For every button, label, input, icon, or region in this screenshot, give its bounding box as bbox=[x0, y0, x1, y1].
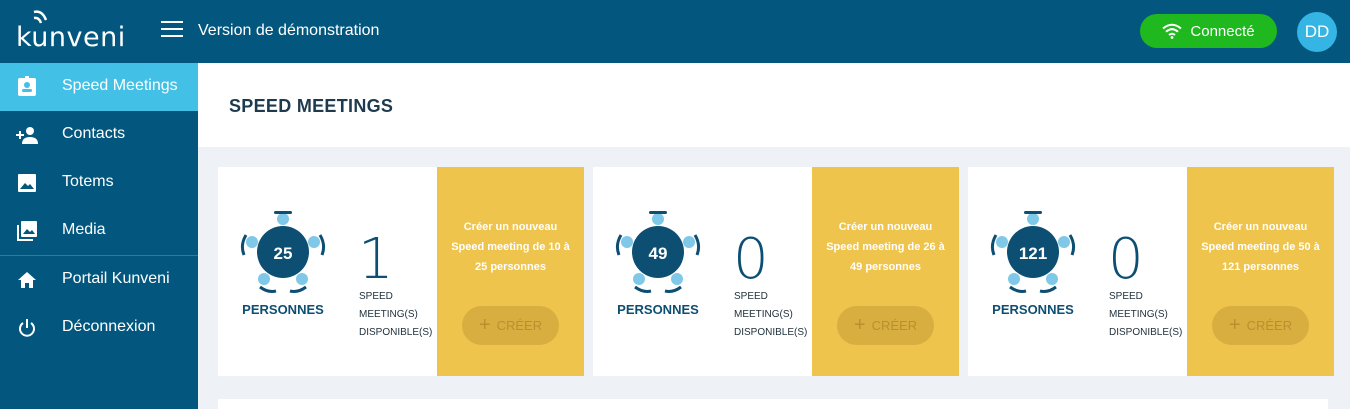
available-label-line: DISPONIBLE(S) bbox=[359, 327, 433, 338]
action-line: Speed meeting de 10 à bbox=[451, 241, 570, 253]
create-action-panel: Créer un nouveau Speed meeting de 50 à 1… bbox=[1187, 167, 1334, 376]
action-line: 25 personnes bbox=[475, 261, 546, 273]
available-count: 0 bbox=[733, 227, 769, 292]
sidebar-item-deconnexion[interactable]: Déconnexion bbox=[0, 304, 198, 352]
available-label-line: SPEED bbox=[359, 291, 393, 302]
sidebar-item-media[interactable]: Media bbox=[0, 207, 198, 255]
persons-label: PERSONNES bbox=[617, 302, 699, 317]
app-title: Version de démonstration bbox=[198, 22, 380, 39]
connection-status-label: Connecté bbox=[1190, 22, 1255, 40]
sidebar: Speed Meetings Contacts Totems Media Por… bbox=[0, 63, 198, 409]
capacity-label: 121 bbox=[1019, 244, 1047, 263]
speed-meeting-card: 121 PERSONNES 0 SPEED MEETING(S) DISPONI… bbox=[968, 167, 1334, 376]
action-line: Speed meeting de 26 à bbox=[826, 241, 945, 253]
available-label-line: MEETING(S) bbox=[1109, 309, 1168, 320]
avatar[interactable]: DD bbox=[1297, 12, 1337, 52]
connection-status-button[interactable]: Connecté bbox=[1140, 14, 1277, 48]
sidebar-item-label: Media bbox=[62, 221, 106, 238]
kunveni-logo[interactable]: kunveni bbox=[16, 8, 126, 54]
wifi-icon bbox=[1162, 23, 1183, 39]
meeting-table-icon: 121 bbox=[990, 211, 1076, 293]
sidebar-item-contacts[interactable]: Contacts bbox=[0, 111, 198, 159]
available-label-line: SPEED bbox=[1109, 291, 1143, 302]
sidebar-item-label: Déconnexion bbox=[62, 318, 156, 335]
image-icon bbox=[15, 171, 39, 195]
secondary-panel bbox=[218, 399, 1328, 409]
action-line: Créer un nouveau bbox=[1213, 221, 1308, 233]
sidebar-item-totems[interactable]: Totems bbox=[0, 159, 198, 207]
plus-icon: + bbox=[853, 313, 866, 336]
available-label: SPEED MEETING(S) DISPONIBLE(S) bbox=[1109, 288, 1189, 342]
available-label-line: DISPONIBLE(S) bbox=[734, 327, 808, 338]
action-line: Speed meeting de 50 à bbox=[1201, 241, 1320, 253]
page-header: SPEED MEETINGS bbox=[198, 63, 1350, 147]
available-label-line: DISPONIBLE(S) bbox=[1109, 327, 1183, 338]
capacity-label: 49 bbox=[649, 244, 668, 263]
available-count: 1 bbox=[358, 227, 394, 292]
plus-icon: + bbox=[1228, 313, 1241, 336]
create-button[interactable]: + CRÉER bbox=[837, 306, 934, 345]
home-icon bbox=[15, 268, 39, 292]
action-line: 121 personnes bbox=[1221, 261, 1300, 273]
power-icon bbox=[15, 316, 39, 340]
plus-icon: + bbox=[478, 313, 491, 336]
logo-text: kunveni bbox=[16, 22, 126, 53]
available-label-line: SPEED bbox=[734, 291, 768, 302]
create-button[interactable]: + CRÉER bbox=[1212, 306, 1309, 345]
capacity-label: 25 bbox=[274, 244, 293, 263]
badge-icon bbox=[15, 75, 39, 99]
sidebar-item-label: Contacts bbox=[62, 125, 126, 142]
available-count: 0 bbox=[1108, 227, 1144, 292]
create-action-panel: Créer un nouveau Speed meeting de 26 à 4… bbox=[812, 167, 959, 376]
persons-label: PERSONNES bbox=[992, 302, 1074, 317]
add-person-icon bbox=[15, 123, 39, 147]
action-line: 49 personnes bbox=[850, 261, 921, 273]
available-label-line: MEETING(S) bbox=[359, 309, 418, 320]
action-line: Créer un nouveau bbox=[838, 221, 933, 233]
meeting-table-icon: 25 bbox=[240, 211, 326, 293]
create-button-label: CRÉER bbox=[1246, 318, 1293, 333]
available-label-line: MEETING(S) bbox=[734, 309, 793, 320]
speed-meeting-card: 25 PERSONNES 1 SPEED MEETING(S) DISPONIB… bbox=[218, 167, 584, 376]
create-button-label: CRÉER bbox=[871, 318, 918, 333]
sidebar-item-label: Portail Kunveni bbox=[62, 270, 170, 287]
page-title: SPEED MEETINGS bbox=[229, 96, 394, 116]
create-action-panel: Créer un nouveau Speed meeting de 10 à 2… bbox=[437, 167, 584, 376]
create-button-label: CRÉER bbox=[496, 318, 543, 333]
gallery-icon bbox=[15, 219, 39, 243]
meeting-table-icon: 49 bbox=[615, 211, 701, 293]
create-action-description: Créer un nouveau Speed meeting de 26 à 4… bbox=[812, 217, 959, 277]
sidebar-item-label: Speed Meetings bbox=[62, 77, 178, 94]
sidebar-item-portail-kunveni[interactable]: Portail Kunveni bbox=[0, 256, 198, 304]
sidebar-item-label: Totems bbox=[62, 173, 114, 190]
top-bar: kunveni Version de démonstration Connect… bbox=[0, 0, 1350, 63]
persons-label: PERSONNES bbox=[242, 302, 324, 317]
sidebar-item-speed-meetings[interactable]: Speed Meetings bbox=[0, 63, 198, 111]
create-action-description: Créer un nouveau Speed meeting de 50 à 1… bbox=[1187, 217, 1334, 277]
create-action-description: Créer un nouveau Speed meeting de 10 à 2… bbox=[437, 217, 584, 277]
menu-toggle-icon[interactable] bbox=[161, 21, 185, 39]
action-line: Créer un nouveau bbox=[463, 221, 558, 233]
speed-meeting-card: 49 PERSONNES 0 SPEED MEETING(S) DISPONIB… bbox=[593, 167, 959, 376]
create-button[interactable]: + CRÉER bbox=[462, 306, 559, 345]
available-label: SPEED MEETING(S) DISPONIBLE(S) bbox=[359, 288, 439, 342]
available-label: SPEED MEETING(S) DISPONIBLE(S) bbox=[734, 288, 814, 342]
